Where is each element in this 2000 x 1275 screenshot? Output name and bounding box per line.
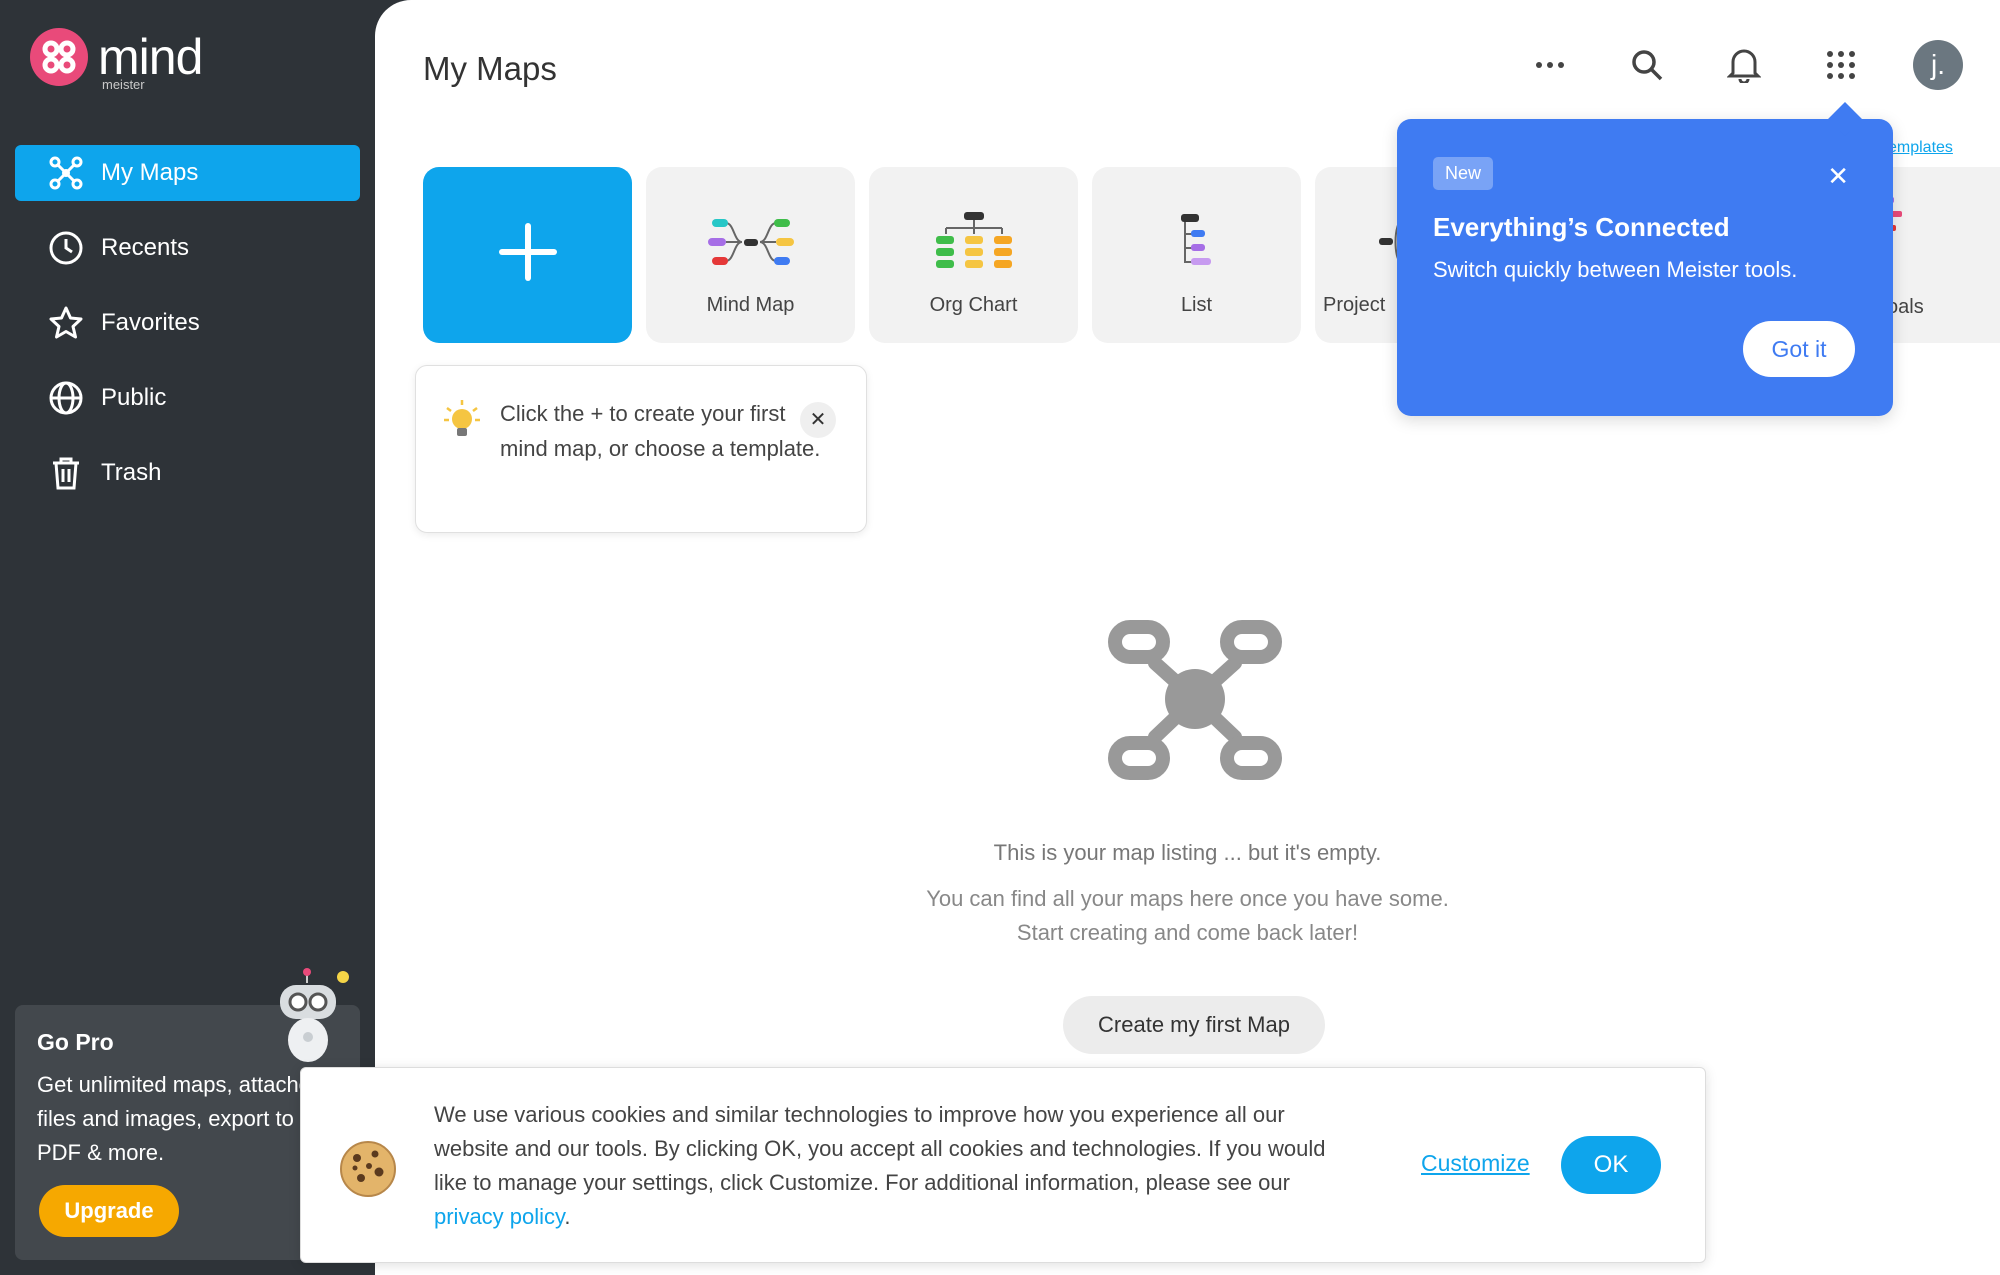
popover-description: Switch quickly between Meister tools. [1433, 257, 1798, 282]
sidebar-item-favorites[interactable]: Favorites [15, 295, 360, 351]
create-first-map-button[interactable]: Create my first Map [1063, 996, 1325, 1054]
mindmeister-logo[interactable]: mind meister [30, 28, 203, 92]
empty-state-title: This is your map listing ... but it's em… [993, 840, 1382, 865]
empty-state-line: Start creating and come back later! [1016, 920, 1359, 945]
empty-state-line: You can find all your maps here once you… [926, 886, 1449, 911]
avatar[interactable]: j. [1913, 40, 1963, 90]
upgrade-button[interactable]: Upgrade [39, 1185, 179, 1237]
more-icon[interactable] [1525, 40, 1575, 90]
template-card-list[interactable]: List [1092, 167, 1301, 343]
template-cards: Mind Map Org Chart List Project [423, 167, 1538, 343]
header-toolbar: j. [1525, 40, 1963, 90]
clock-icon [47, 229, 85, 267]
sidebar-item-label: Recents [101, 234, 190, 261]
create-hint-tooltip: Click the + to create your first mind ma… [415, 365, 867, 533]
cookie-icon [337, 1138, 399, 1205]
got-it-button[interactable]: Got it [1743, 321, 1855, 377]
cookie-text: We use various cookies and similar techn… [434, 1098, 1354, 1234]
logo-text: mind meister [98, 29, 203, 92]
star-icon [47, 304, 85, 342]
list-template-icon [1177, 204, 1217, 280]
sidebar-nav: My Maps Recents Favorites Public Trash [15, 145, 360, 520]
search-icon[interactable] [1622, 40, 1672, 90]
sidebar-item-recents[interactable]: Recents [15, 220, 360, 276]
template-card-label: Mind Map [706, 294, 795, 316]
sidebar-item-label: Favorites [101, 309, 200, 336]
cookie-banner: We use various cookies and similar techn… [300, 1067, 1706, 1263]
logo-icon [30, 28, 88, 86]
sidebar-item-label: Public [101, 384, 167, 411]
orgchart-template-icon [934, 204, 1014, 280]
hint-text: Click the + to create your first mind ma… [500, 401, 821, 461]
create-new-map-button[interactable] [423, 167, 632, 343]
plus-icon [496, 220, 560, 290]
mindmap-template-icon [706, 204, 796, 280]
trash-icon [47, 454, 85, 492]
meister-tools-popover: New ✕ Everything’s Connected Switch quic… [1397, 102, 1893, 416]
popover-title: Everything’s Connected [1433, 212, 1730, 242]
sidebar-item-label: Trash [101, 459, 162, 486]
new-badge: New [1433, 157, 1494, 190]
cookie-body: We use various cookies and similar techn… [434, 1102, 1326, 1195]
ok-button[interactable]: OK [1561, 1136, 1661, 1194]
empty-state-description: You can find all your maps here once you… [375, 882, 2000, 950]
go-pro-text: Get unlimited maps, attached files and i… [37, 1072, 324, 1165]
close-icon[interactable]: ✕ [1827, 161, 1849, 192]
mindmap-icon [47, 154, 85, 192]
globe-icon [47, 379, 85, 417]
template-card-org-chart[interactable]: Org Chart [869, 167, 1078, 343]
sidebar-item-label: My Maps [101, 159, 199, 186]
robot-mascot-icon [270, 965, 360, 1070]
template-card-label: List [1180, 294, 1213, 316]
privacy-policy-link[interactable]: privacy policy [434, 1204, 564, 1229]
empty-mindmap-icon [1105, 615, 1285, 790]
template-card-mind-map[interactable]: Mind Map [646, 167, 855, 343]
sidebar-item-trash[interactable]: Trash [15, 445, 360, 501]
lightbulb-icon [444, 400, 480, 450]
page-title: My Maps [423, 50, 557, 87]
template-card-label: Project [1323, 294, 1386, 316]
template-card-label: Org Chart [929, 294, 1018, 316]
close-icon[interactable]: ✕ [800, 402, 836, 438]
logo-subtext: meister [102, 77, 145, 92]
sidebar-item-my-maps[interactable]: My Maps [15, 145, 360, 201]
bell-icon[interactable] [1719, 40, 1769, 90]
customize-link[interactable]: Customize [1421, 1150, 1530, 1177]
apps-grid-icon[interactable] [1816, 40, 1866, 90]
cookie-punctuation: . [564, 1204, 571, 1229]
sidebar-item-public[interactable]: Public [15, 370, 360, 426]
